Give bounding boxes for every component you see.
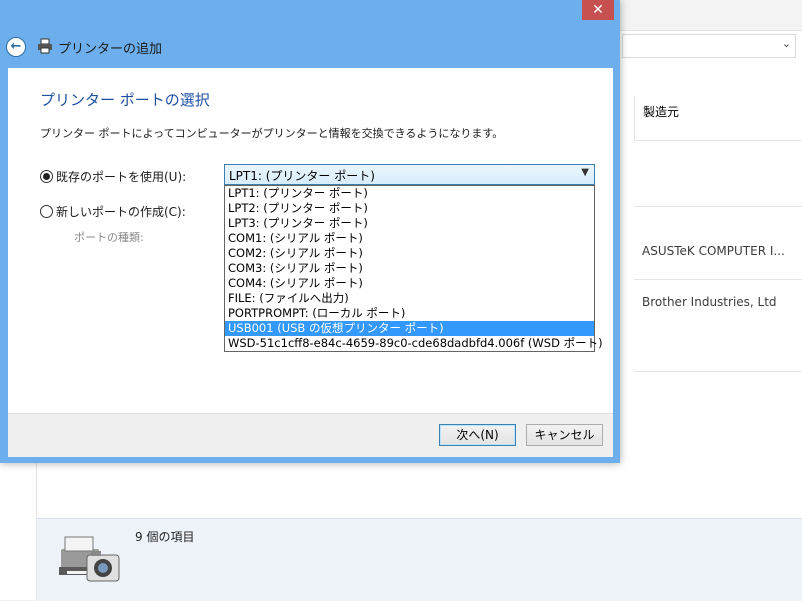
port-option[interactable]: USB001 (USB の仮想プリンター ポート) bbox=[225, 321, 594, 336]
port-option[interactable]: LPT2: (プリンター ポート) bbox=[225, 201, 594, 216]
port-option[interactable]: LPT3: (プリンター ポート) bbox=[225, 216, 594, 231]
printer-icon bbox=[38, 38, 52, 54]
port-option[interactable]: LPT1: (プリンター ポート) bbox=[225, 186, 594, 201]
new-port-label[interactable]: 新しいポートの作成(C): bbox=[56, 203, 186, 220]
close-button[interactable]: ✕ bbox=[582, 0, 614, 20]
port-option[interactable]: WSD-51c1cff8-e84c-4659-89c0-cde68dadbfd4… bbox=[225, 336, 603, 351]
existing-port-radio[interactable] bbox=[40, 170, 53, 183]
divider bbox=[634, 279, 802, 280]
back-arrow-icon[interactable]: ← bbox=[6, 37, 26, 57]
navigation-pane bbox=[0, 462, 37, 600]
port-option[interactable]: COM1: (シリアル ポート) bbox=[225, 231, 594, 246]
dialog-footer: 次へ(N) キャンセル bbox=[8, 413, 613, 457]
new-port-radio[interactable] bbox=[40, 205, 53, 218]
next-button[interactable]: 次へ(N) bbox=[439, 424, 516, 446]
divider bbox=[634, 371, 802, 372]
column-header-manufacturer[interactable]: 製造元 bbox=[634, 96, 802, 141]
list-item[interactable]: ASUSTeK COMPUTER I... bbox=[642, 244, 785, 258]
port-select-value: LPT1: (プリンター ポート) bbox=[229, 169, 375, 183]
dialog-content: プリンター ポートの選択 プリンター ポートによってコンピューターがプリンターと… bbox=[8, 68, 613, 413]
existing-port-label[interactable]: 既存のポートを使用(U): bbox=[56, 168, 186, 185]
page-heading: プリンター ポートの選択 bbox=[40, 91, 210, 109]
page-description: プリンター ポートによってコンピューターがプリンターと情報を交換できるようになり… bbox=[40, 127, 504, 140]
address-bar[interactable]: ⌄ bbox=[622, 34, 796, 58]
port-option[interactable]: COM4: (シリアル ポート) bbox=[225, 276, 594, 291]
printer-camera-icon bbox=[59, 536, 120, 582]
chevron-down-icon[interactable]: ▼ bbox=[581, 167, 589, 178]
add-printer-dialog: ✕ ← プリンターの追加 プリンター ポートの選択 プリンター ポートによってコ… bbox=[0, 0, 620, 463]
port-option[interactable]: FILE: (ファイルへ出力) bbox=[225, 291, 594, 306]
item-count: 9 個の項目 bbox=[135, 530, 195, 544]
port-type-label: ポートの種類: bbox=[74, 231, 144, 244]
port-option[interactable]: COM3: (シリアル ポート) bbox=[225, 261, 594, 276]
chevron-down-icon[interactable]: ⌄ bbox=[782, 37, 791, 50]
details-pane: 9 個の項目 bbox=[37, 518, 802, 601]
divider bbox=[634, 206, 802, 207]
column-header-label: 製造元 bbox=[643, 105, 680, 119]
explorer-top-strip bbox=[620, 0, 802, 31]
list-item[interactable]: Brother Industries, Ltd bbox=[642, 295, 777, 309]
dialog-title: プリンターの追加 bbox=[58, 42, 163, 57]
port-dropdown-list: LPT1: (プリンター ポート) LPT2: (プリンター ポート) LPT3: … bbox=[224, 185, 603, 352]
port-option[interactable]: COM2: (シリアル ポート) bbox=[225, 246, 594, 261]
port-select[interactable]: LPT1: (プリンター ポート) ▼ bbox=[224, 164, 595, 185]
port-option[interactable]: PORTPROMPT: (ローカル ポート) bbox=[225, 306, 594, 321]
cancel-button[interactable]: キャンセル bbox=[526, 424, 603, 446]
